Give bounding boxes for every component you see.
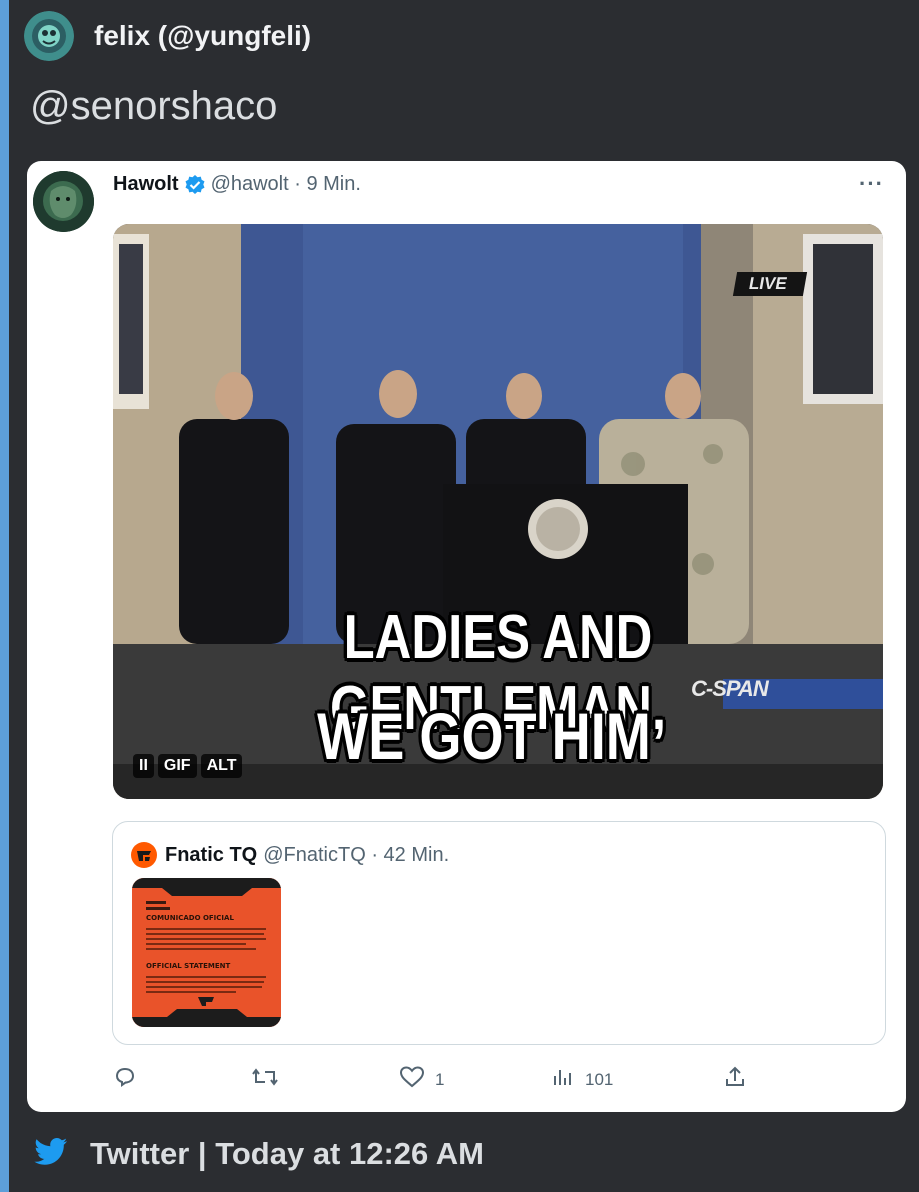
fnatic-logo-icon[interactable] [131, 842, 157, 868]
tweet-author-name[interactable]: Hawolt [113, 173, 179, 196]
retweet-action[interactable] [251, 1065, 289, 1094]
tweet-card[interactable]: Hawolt @hawolt · 9 Min. ··· LIVE C-SPAN … [27, 161, 906, 1112]
heart-icon[interactable] [399, 1065, 425, 1094]
official-statement-image: COMUNICADO OFICIAL OFFICIAL STATEMENT [132, 878, 281, 1027]
quoted-author-name[interactable]: Fnatic TQ [165, 844, 257, 867]
reply-action[interactable] [113, 1065, 147, 1094]
quoted-media-thumbnail[interactable]: COMUNICADO OFICIAL OFFICIAL STATEMENT [132, 878, 281, 1027]
embed-footer: Twitter | Today at 12:26 AM [34, 1136, 484, 1172]
twitter-bird-icon [34, 1137, 68, 1171]
author-avatar[interactable] [24, 11, 74, 61]
tweet-actions: 1 101 [113, 1061, 883, 1101]
tweet-media-gif[interactable]: LIVE C-SPAN LADIES AND GENTLEMAN, WE GOT… [113, 224, 883, 799]
pause-button[interactable]: II [133, 754, 154, 778]
tweet-avatar[interactable] [33, 171, 94, 232]
embed-author[interactable]: felix (@yungfeli) [24, 10, 311, 62]
tweet-handle-time[interactable]: @hawolt · 9 Min. [211, 173, 361, 196]
quoted-tweet-header: Fnatic TQ @FnaticTQ · 42 Min. [131, 842, 449, 868]
tweet-header: Hawolt @hawolt · 9 Min. [113, 173, 361, 196]
views-action[interactable]: 101 [551, 1065, 613, 1094]
quoted-tweet[interactable]: Fnatic TQ @FnaticTQ · 42 Min. COMUNICADO… [112, 821, 886, 1045]
more-options-icon[interactable]: ··· [859, 171, 884, 197]
quoted-handle-time[interactable]: @FnaticTQ · 42 Min. [263, 844, 449, 867]
gif-controls: II GIF ALT [133, 754, 243, 778]
gif-caption-line-2: WE GOT HIM [317, 699, 651, 773]
message-text: @senorshaco [30, 84, 278, 128]
retweet-icon[interactable] [251, 1065, 279, 1094]
views-count: 101 [585, 1069, 614, 1089]
alt-text-button[interactable]: ALT [200, 754, 243, 778]
views-icon[interactable] [551, 1065, 575, 1094]
verified-icon [184, 174, 206, 196]
reply-icon[interactable] [113, 1065, 137, 1094]
thumb-text-2: OFFICIAL STATEMENT [146, 962, 230, 970]
author-name[interactable]: felix (@yungfeli) [94, 20, 311, 52]
footer-text: Twitter | Today at 12:26 AM [90, 1136, 484, 1171]
gif-badge: GIF [157, 754, 197, 778]
embed-accent-bar [0, 0, 9, 1192]
thumb-text-1: COMUNICADO OFICIAL [146, 914, 234, 922]
like-action[interactable]: 1 [399, 1065, 444, 1094]
share-action[interactable] [723, 1065, 747, 1094]
like-count: 1 [435, 1069, 445, 1089]
share-icon[interactable] [723, 1065, 747, 1094]
live-badge: LIVE [732, 272, 807, 296]
